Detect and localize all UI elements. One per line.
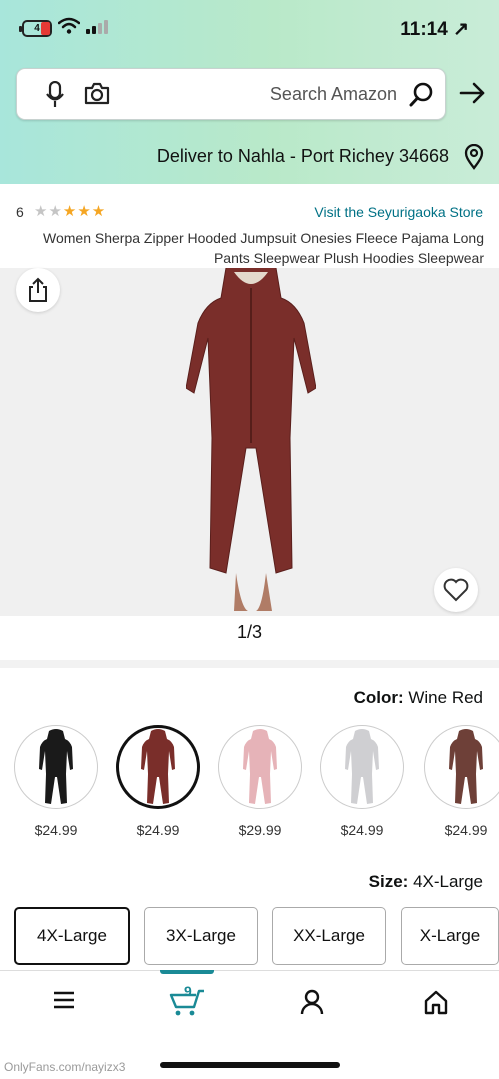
home-icon[interactable]: [423, 989, 449, 1015]
color-price: $24.99: [34, 822, 78, 838]
wishlist-button[interactable]: [434, 568, 478, 612]
size-value: 4X-Large: [413, 872, 483, 891]
color-price: $24.99: [444, 822, 488, 838]
product-image: [186, 268, 316, 611]
color-price: $29.99: [238, 822, 282, 838]
delivery-text: Deliver to Nahla - Port Richey 34668: [156, 146, 449, 166]
search-placeholder: Search Amazon: [269, 84, 397, 104]
color-swatch-image: [345, 729, 379, 804]
size-option-button[interactable]: 4X-Large: [14, 907, 130, 965]
color-label: Color: Wine Red: [353, 688, 483, 707]
cart-count: 9: [184, 983, 192, 999]
heart-icon: [443, 578, 469, 602]
battery-icon: 4: [19, 20, 52, 37]
rating-count: 6: [16, 204, 24, 220]
color-swatch-image: [141, 729, 175, 804]
color-swatch-image: [39, 729, 73, 804]
wifi-icon: [58, 17, 80, 34]
home-indicator: [160, 1062, 340, 1068]
search-icon[interactable]: [409, 81, 435, 107]
color-price: $24.99: [136, 822, 180, 838]
share-icon: [29, 277, 47, 302]
camera-icon[interactable]: [83, 82, 111, 106]
active-tab-indicator: [160, 970, 214, 974]
battery-level: 4: [34, 23, 40, 34]
color-swatch-grey[interactable]: [320, 725, 404, 809]
size-option-button[interactable]: 3X-Large: [144, 907, 258, 965]
store-link[interactable]: Visit the Seyurigaoka Store: [314, 204, 483, 220]
bottom-navigation: 9: [0, 970, 499, 1040]
size-option-button[interactable]: XX-Large: [272, 907, 386, 965]
back-arrow-icon[interactable]: [459, 80, 487, 106]
status-bar: 4 11:14 ↗: [0, 14, 499, 46]
image-pager: 1/3: [236, 622, 263, 642]
color-swatch-image: [449, 729, 483, 804]
size-label: Size: 4X-Large: [368, 872, 483, 891]
menu-icon[interactable]: [52, 989, 76, 1011]
color-swatch-black[interactable]: [14, 725, 98, 809]
share-button[interactable]: [16, 268, 60, 312]
account-icon[interactable]: [300, 989, 324, 1015]
delivery-location-bar[interactable]: Deliver to Nahla - Port Richey 34668: [0, 140, 499, 174]
color-swatch-image: [243, 729, 277, 804]
color-price: $24.99: [340, 822, 384, 838]
location-pin-icon: [464, 144, 484, 170]
star-rating-icon: ★★★★★: [34, 203, 107, 220]
size-option-button[interactable]: X-Large: [401, 907, 499, 965]
color-value: Wine Red: [408, 688, 483, 707]
product-title: Women Sherpa Zipper Hooded Jumpsuit Ones…: [43, 230, 484, 266]
watermark: OnlyFans.com/nayizx3: [4, 1060, 126, 1074]
divider: [0, 660, 499, 668]
clock: 11:14 ↗: [400, 19, 469, 40]
color-swatch-pink[interactable]: [218, 725, 302, 809]
search-input[interactable]: Search Amazon: [16, 68, 446, 120]
microphone-icon[interactable]: [45, 81, 65, 109]
color-swatch-brown[interactable]: [424, 725, 499, 809]
color-swatch-wine-red[interactable]: [116, 725, 200, 809]
cellular-signal-icon: [86, 20, 108, 34]
